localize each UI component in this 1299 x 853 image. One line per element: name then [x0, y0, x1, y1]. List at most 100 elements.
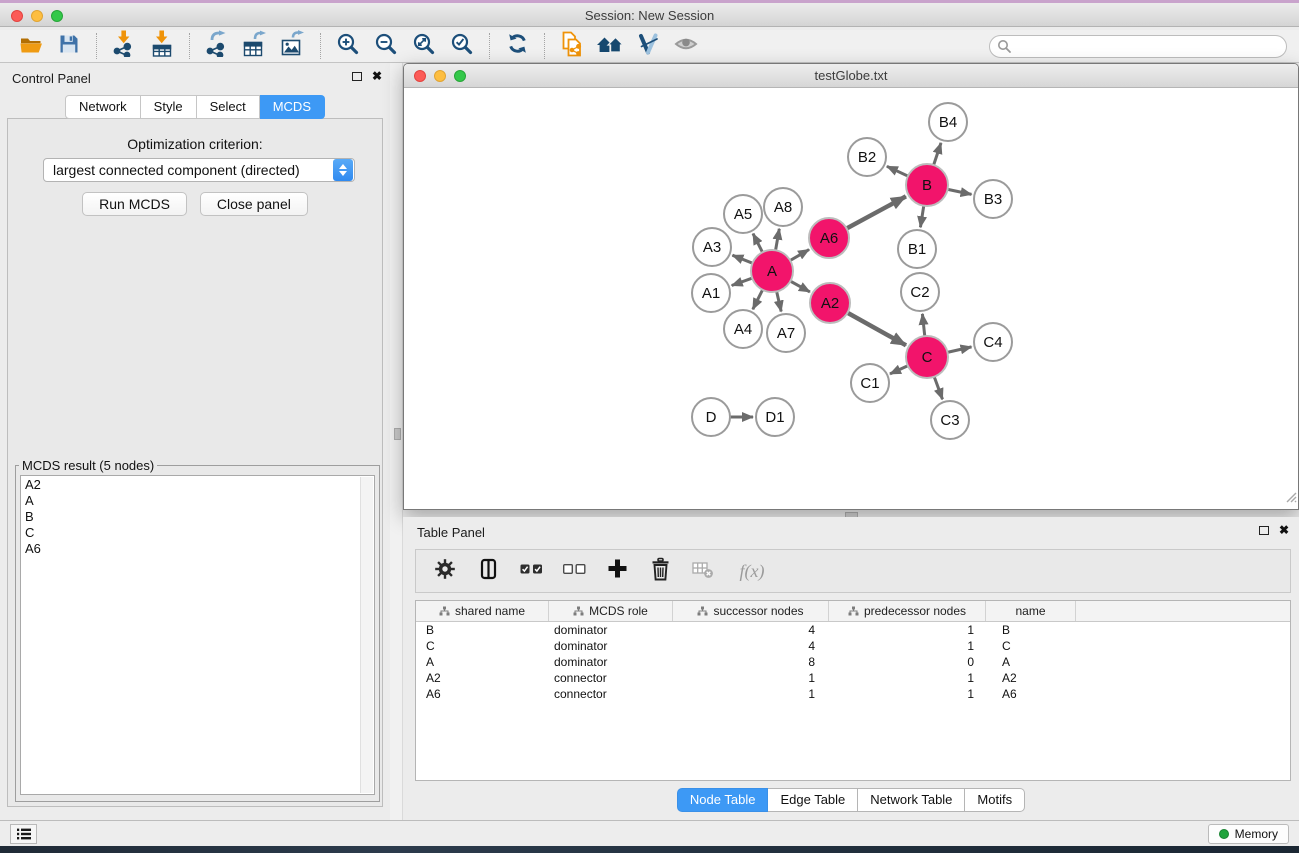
table-cell[interactable]: A [986, 655, 1076, 669]
export-table-button[interactable] [236, 31, 274, 61]
table-cell[interactable]: C [416, 639, 549, 653]
export-image-button[interactable] [274, 31, 312, 61]
table-cell[interactable]: 4 [673, 639, 829, 653]
column-header-successor-nodes[interactable]: successor nodes [673, 601, 829, 621]
float-table-panel-icon[interactable] [1259, 526, 1269, 535]
mcds-result-item[interactable]: A6 [25, 541, 374, 557]
zoom-out-button[interactable] [367, 31, 405, 61]
control-panel: Control Panel ✖ Network Style Select MCD… [0, 63, 390, 820]
zoom-fit-button[interactable] [405, 31, 443, 61]
show-tasks-button[interactable] [10, 824, 37, 844]
table-cell[interactable]: A2 [416, 671, 549, 685]
column-header-shared-name[interactable]: shared name [416, 601, 549, 621]
window-resize-grip[interactable] [1283, 489, 1297, 508]
mcds-result-item[interactable]: A [25, 493, 374, 509]
graph-node-label-A8: A8 [774, 199, 792, 216]
table-cell[interactable]: B [416, 623, 549, 637]
save-session-button[interactable] [50, 31, 88, 61]
tab-motifs[interactable]: Motifs [965, 788, 1025, 812]
function-builder-button-disabled[interactable]: f(x) [733, 557, 771, 585]
criterion-dropdown[interactable]: largest connected component (directed) [43, 158, 355, 182]
network-canvas[interactable]: B4B2BB3A8A5A6A3B1AA1C2A2A4A7C4CC1C3DD1 [404, 88, 1298, 509]
table-cell[interactable]: A2 [986, 671, 1076, 685]
tab-node-table[interactable]: Node Table [677, 788, 769, 812]
mcds-result-item[interactable]: B [25, 509, 374, 525]
mcds-result-item[interactable]: A2 [25, 477, 374, 493]
table-cell[interactable]: 1 [829, 671, 986, 685]
toolbar-separator [320, 33, 321, 59]
open-session-button[interactable] [12, 31, 50, 61]
delete-table-button-disabled[interactable] [690, 557, 716, 585]
close-panel-icon[interactable]: ✖ [372, 71, 382, 81]
column-header-predecessor-nodes[interactable]: predecessor nodes [829, 601, 986, 621]
tab-network-table[interactable]: Network Table [858, 788, 965, 812]
table-cell[interactable]: A6 [416, 687, 549, 701]
table-cell[interactable]: C [986, 639, 1076, 653]
toggle-visibility-button[interactable] [667, 31, 705, 61]
checked-boxes-icon [520, 562, 543, 580]
deselect-all-rows-button[interactable] [561, 557, 587, 585]
table-cell[interactable]: 1 [829, 687, 986, 701]
table-cell[interactable]: 1 [829, 639, 986, 653]
table-cell[interactable]: connector [549, 687, 673, 701]
table-cell[interactable]: 1 [673, 687, 829, 701]
zoom-selected-button[interactable] [443, 31, 481, 61]
graph-node-label-A3: A3 [703, 239, 721, 256]
table-cell[interactable]: 1 [829, 623, 986, 637]
show-all-networks-button[interactable] [591, 31, 629, 61]
graph-node-label-D1: D1 [765, 409, 784, 426]
tab-select[interactable]: Select [197, 95, 260, 119]
result-scrollbar[interactable] [360, 477, 373, 793]
table-cell[interactable]: 8 [673, 655, 829, 669]
clone-network-button[interactable] [553, 31, 591, 61]
tab-edge-table[interactable]: Edge Table [768, 788, 858, 812]
columns-icon [478, 558, 499, 585]
tab-style[interactable]: Style [141, 95, 197, 119]
table-cell[interactable]: 4 [673, 623, 829, 637]
table-cell[interactable]: dominator [549, 623, 673, 637]
trash-icon [650, 557, 671, 586]
delete-column-button[interactable] [647, 557, 673, 585]
split-handle-vertical[interactable] [394, 428, 401, 440]
table-cell[interactable]: dominator [549, 639, 673, 653]
table-row[interactable]: A2connector11A2 [416, 670, 1290, 686]
select-all-rows-button[interactable] [518, 557, 544, 585]
network-window-titlebar[interactable]: testGlobe.txt [404, 64, 1298, 88]
table-cell[interactable]: 0 [829, 655, 986, 669]
mcds-result-item[interactable]: C [25, 525, 374, 541]
apply-layout-button[interactable] [498, 31, 536, 61]
run-mcds-button[interactable]: Run MCDS [82, 192, 187, 216]
import-table-button[interactable] [143, 31, 181, 61]
graph-node-label-B: B [922, 177, 932, 194]
table-cell[interactable]: A6 [986, 687, 1076, 701]
create-column-button[interactable] [604, 557, 630, 585]
tab-network[interactable]: Network [65, 95, 141, 119]
tab-mcds[interactable]: MCDS [260, 95, 325, 119]
search-input[interactable] [989, 35, 1287, 58]
close-panel-button[interactable]: Close panel [200, 192, 308, 216]
table-cell[interactable]: B [986, 623, 1076, 637]
toggle-style-button[interactable] [629, 31, 667, 61]
zoom-in-button[interactable] [329, 31, 367, 61]
table-cell[interactable]: 1 [673, 671, 829, 685]
table-settings-button[interactable] [432, 557, 458, 585]
table-row[interactable]: Bdominator41B [416, 622, 1290, 638]
column-header-name[interactable]: name [986, 601, 1076, 621]
float-panel-icon[interactable] [352, 72, 362, 81]
table-row[interactable]: Adominator80A [416, 654, 1290, 670]
table-row[interactable]: A6connector11A6 [416, 686, 1290, 702]
delete-table-icon [692, 559, 714, 584]
table-cell[interactable]: dominator [549, 655, 673, 669]
import-network-button[interactable] [105, 31, 143, 61]
close-table-panel-icon[interactable]: ✖ [1279, 525, 1289, 535]
memory-button[interactable]: Memory [1208, 824, 1289, 844]
export-network-button[interactable] [198, 31, 236, 61]
split-divider-vertical[interactable] [390, 63, 403, 820]
table-row[interactable]: Cdominator41C [416, 638, 1290, 654]
column-visibility-button[interactable] [475, 557, 501, 585]
column-header-mcds-role[interactable]: MCDS role [549, 601, 673, 621]
table-panel-title: Table Panel [417, 525, 485, 540]
table-cell[interactable]: A [416, 655, 549, 669]
table-cell[interactable]: connector [549, 671, 673, 685]
criterion-dropdown-value: largest connected component (directed) [44, 162, 333, 178]
